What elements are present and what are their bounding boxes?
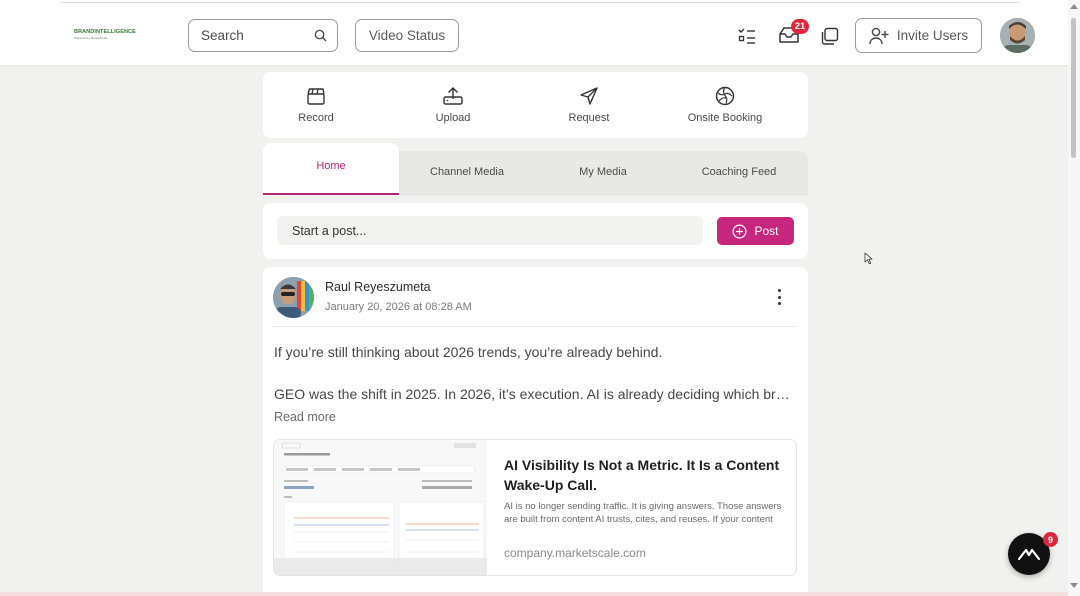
link-preview-domain: company.marketscale.com [504,546,646,560]
checklist-icon[interactable] [735,24,759,48]
record-label: Record [298,112,334,124]
request-action[interactable]: Request [539,86,639,124]
author-avatar[interactable] [273,277,314,318]
upload-action[interactable]: Upload [403,86,503,124]
link-preview-card[interactable]: AI Visibility Is Not a Metric. It Is a C… [273,439,797,576]
post-body-line: GEO was the shift in 2025. In 2026, it’s… [274,386,796,402]
post-body-line: If you’re still thinking about 2026 tren… [274,344,663,360]
globe-icon [715,86,735,106]
post-button-label: Post [754,224,779,238]
inbox-badge: 21 [791,19,809,34]
feed-post: Raul Reyeszumeta January 20, 2026 at 08:… [263,267,808,596]
tab-home[interactable]: Home [263,143,399,195]
upload-icon [443,87,463,105]
post-composer: Start a post... Post [263,203,808,259]
search-icon [314,29,327,42]
quick-actions-panel: Record Upload Request Onsite Booking [263,72,808,138]
plus-circle-icon [732,224,747,238]
invite-users-button[interactable]: Invite Users [855,18,982,53]
link-preview-thumbnail [274,440,487,575]
scrollbar-thumb[interactable] [1071,18,1076,158]
post-options-icon[interactable] [773,289,785,305]
request-label: Request [568,112,610,124]
logo-text: BRANDINTELLIGENCE [74,29,136,35]
chat-logo-icon [1018,548,1040,561]
tab-coaching-feed[interactable]: Coaching Feed [671,143,807,195]
brand-logo[interactable]: BRANDINTELLIGENCE Powered by MarketScale [74,29,136,41]
read-more-link[interactable]: Read more [274,410,336,424]
send-icon [580,87,598,105]
bottom-strip [0,592,1068,596]
invite-users-label: Invite Users [896,28,969,43]
post-date: January 20, 2026 at 08:28 AM [325,301,472,313]
post-author-name[interactable]: Raul Reyeszumeta [325,280,431,294]
user-avatar[interactable] [1000,18,1035,53]
onsite-booking-label: Onsite Booking [687,112,763,124]
tab-channel-media[interactable]: Channel Media [399,143,535,195]
user-plus-icon [869,27,889,44]
link-preview-title[interactable]: AI Visibility Is Not a Metric. It Is a C… [504,455,784,495]
logo-subtext: Powered by MarketScale [74,36,108,40]
video-status-button[interactable]: Video Status [355,19,459,52]
top-navigation-bar: BRANDINTELLIGENCE Powered by MarketScale… [0,0,1068,66]
onsite-booking-action[interactable]: Onsite Booking [675,86,775,124]
clapperboard-icon [307,88,325,105]
folders-icon[interactable] [818,24,842,48]
top-strip [60,0,1020,3]
tab-my-media[interactable]: My Media [535,143,671,195]
post-button[interactable]: Post [717,217,794,245]
search-input[interactable]: Search [188,19,338,52]
search-placeholder: Search [201,28,244,43]
post-divider [273,326,797,327]
chat-badge: 9 [1043,532,1058,547]
start-post-input[interactable]: Start a post... [277,216,703,245]
scroll-down-arrow-icon[interactable] [1070,583,1078,588]
upload-label: Upload [435,112,471,124]
scroll-up-arrow-icon[interactable] [1070,4,1078,9]
feed-tabs: Home Channel Media My Media Coaching Fee… [263,143,808,195]
link-preview-description: AI is no longer sending traffic. It is g… [504,501,782,525]
mouse-pointer-icon [864,252,873,270]
record-action[interactable]: Record [266,86,366,124]
